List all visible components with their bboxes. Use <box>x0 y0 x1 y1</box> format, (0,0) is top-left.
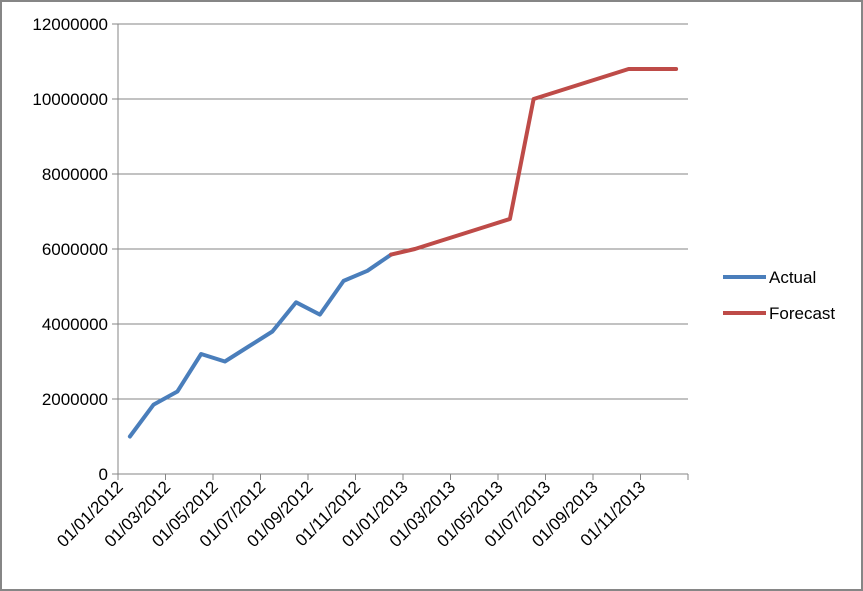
gridlines <box>118 23 688 400</box>
y-tick-label: 6000000 <box>42 240 108 259</box>
series-lines <box>127 67 679 439</box>
series-line-actual <box>127 252 394 439</box>
legend-label-forecast: Forecast <box>769 304 835 323</box>
series-line-forecast <box>389 67 679 257</box>
y-tick-label: 0 <box>99 465 108 484</box>
legend-label-actual: Actual <box>769 268 816 287</box>
y-tick-label: 8000000 <box>42 165 108 184</box>
y-tick-label: 10000000 <box>32 90 108 109</box>
y-tick-label: 4000000 <box>42 315 108 334</box>
x-axis-labels: 01/01/201201/03/201201/05/201201/07/2012… <box>53 477 649 551</box>
y-tick-label: 12000000 <box>32 15 108 34</box>
line-chart: 0 2000000 4000000 6000000 8000000 10000000 120… <box>32 15 835 551</box>
legend: Actual Forecast <box>723 268 835 323</box>
y-axis-labels: 0 2000000 4000000 6000000 8000000 10000000 120… <box>32 15 108 484</box>
y-tick-label: 2000000 <box>42 390 108 409</box>
